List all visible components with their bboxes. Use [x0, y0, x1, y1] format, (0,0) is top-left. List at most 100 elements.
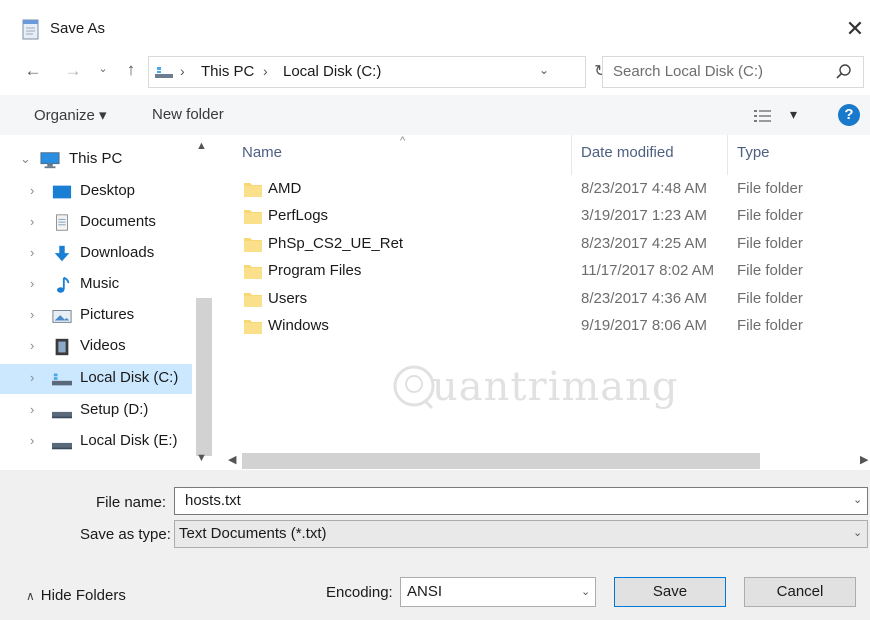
drive-icon — [52, 442, 72, 450]
file-row[interactable]: Program Files 11/17/2017 8:02 AM File fo… — [230, 258, 866, 285]
back-button[interactable]: ← — [22, 61, 44, 83]
file-row[interactable]: PhSp_CS2_UE_Ret 8/23/2017 4:25 AM File f… — [230, 231, 866, 258]
chevron-down-icon[interactable]: ⌄ — [20, 151, 31, 167]
up-button[interactable]: ↑ — [120, 60, 142, 82]
chevron-right-icon[interactable]: › — [30, 307, 34, 322]
music-icon — [57, 276, 70, 293]
column-header-date-modified[interactable]: Date modified — [581, 144, 674, 161]
help-button[interactable]: ? — [838, 104, 860, 126]
file-row[interactable]: Windows 9/19/2017 8:06 AM File folder — [230, 313, 866, 340]
file-date: 8/23/2017 4:25 AM — [581, 235, 707, 252]
nav-item-setup-d[interactable]: › Setup (D:) — [0, 396, 192, 426]
file-type: File folder — [737, 235, 803, 252]
title-bar: Save As ✕ — [0, 0, 870, 48]
chevron-right-icon[interactable]: › — [30, 214, 34, 229]
folder-icon — [244, 210, 262, 224]
nav-label: Desktop — [80, 182, 136, 199]
file-type: File folder — [737, 207, 803, 224]
chevron-right-icon[interactable]: › — [30, 370, 34, 385]
chevron-down-icon[interactable]: ⌄ — [853, 493, 862, 506]
hide-folders-button[interactable]: ∧ Hide Folders — [26, 587, 126, 604]
breadcrumb-this-pc[interactable]: This PC — [201, 63, 254, 80]
column-header-type[interactable]: Type — [737, 144, 770, 161]
chevron-right-icon[interactable]: › — [30, 183, 34, 198]
nav-scroll-down-button[interactable]: ▼ — [196, 452, 207, 464]
breadcrumb-local-disk[interactable]: Local Disk (C:) — [283, 63, 381, 80]
breadcrumb-separator: › — [263, 63, 268, 79]
folder-icon — [244, 238, 262, 252]
nav-item-videos[interactable]: › Videos — [0, 332, 192, 362]
chevron-down-icon: ⌄ — [581, 586, 591, 598]
downloads-icon — [54, 245, 70, 262]
chevron-down-icon: ⌄ — [853, 527, 863, 539]
chevron-down-icon[interactable]: ⌄ — [539, 63, 549, 77]
nav-item-this-pc[interactable]: ⌄ This PC — [0, 145, 192, 175]
address-bar[interactable]: › This PC › Local Disk (C:) ⌄ — [148, 56, 586, 88]
window-title: Save As — [50, 20, 106, 37]
nav-label: This PC — [69, 150, 123, 167]
chevron-right-icon[interactable]: › — [30, 338, 34, 353]
column-header-name[interactable]: Name — [242, 144, 282, 161]
nav-label: Local Disk (C:) — [80, 369, 179, 386]
file-name: PhSp_CS2_UE_Ret — [268, 235, 404, 252]
file-type: File folder — [737, 317, 803, 334]
hide-folders-label: Hide Folders — [40, 587, 126, 604]
nav-item-pictures[interactable]: › Pictures — [0, 301, 192, 331]
column-divider[interactable] — [571, 135, 572, 175]
file-row[interactable]: Users 8/23/2017 4:36 AM File folder — [230, 286, 866, 313]
nav-label: Downloads — [80, 244, 155, 261]
nav-item-downloads[interactable]: › Downloads — [0, 239, 192, 269]
new-folder-button[interactable]: New folder — [152, 106, 224, 123]
sort-ascending-icon: ^ — [400, 135, 406, 147]
file-date: 8/23/2017 4:48 AM — [581, 180, 707, 197]
chevron-right-icon[interactable]: › — [30, 433, 34, 448]
watermark-text: uantrimang — [432, 364, 679, 410]
nav-scroll-up-button[interactable]: ▲ — [196, 140, 207, 152]
hscroll-left-button[interactable]: ◀ — [228, 453, 236, 466]
file-name: AMD — [268, 180, 302, 197]
nav-item-local-disk-e[interactable]: › Local Disk (E:) — [0, 427, 192, 457]
recent-locations-button[interactable]: ⌄ — [96, 62, 110, 84]
chevron-right-icon[interactable]: › — [30, 402, 34, 417]
save-button[interactable]: Save — [614, 577, 726, 607]
file-date: 11/17/2017 8:02 AM — [581, 262, 715, 279]
chevron-right-icon[interactable]: › — [30, 276, 34, 291]
forward-button[interactable]: → — [62, 61, 84, 83]
encoding-select[interactable]: ANSI ⌄ — [400, 577, 596, 607]
save-options-panel: File name: hosts.txt ⌄ Save as type: Tex… — [0, 470, 870, 620]
chevron-right-icon[interactable]: › — [30, 245, 34, 260]
nav-item-documents[interactable]: › Documents — [0, 208, 192, 238]
nav-scrollbar-thumb[interactable] — [196, 298, 212, 456]
nav-label: Local Disk (E:) — [80, 432, 178, 449]
file-date: 9/19/2017 8:06 AM — [581, 317, 707, 334]
close-button[interactable]: ✕ — [840, 14, 870, 44]
change-view-button[interactable]: ▾ — [754, 106, 804, 125]
save-as-type-select[interactable]: Text Documents (*.txt) ⌄ — [174, 520, 868, 548]
encoding-value: ANSI — [407, 583, 443, 600]
chevron-down-icon: ▾ — [790, 106, 798, 122]
cancel-button[interactable]: Cancel — [744, 577, 856, 607]
file-name-value: hosts.txt — [185, 492, 241, 509]
details-view-icon — [754, 110, 771, 122]
organize-button[interactable]: Organize ▾ — [34, 106, 107, 124]
drive-icon — [52, 411, 72, 419]
hscroll-right-button[interactable]: ▶ — [860, 453, 868, 466]
navigation-pane: ⌄ This PC › Desktop › Documents › Downlo… — [0, 135, 214, 470]
search-placeholder: Search Local Disk (C:) — [613, 63, 764, 80]
nav-item-local-disk-c[interactable]: › Local Disk (C:) — [0, 364, 192, 394]
documents-icon — [56, 214, 68, 231]
file-row[interactable]: PerfLogs 3/19/2017 1:23 AM File folder — [230, 203, 866, 230]
column-divider[interactable] — [727, 135, 728, 175]
nav-label: Documents — [80, 213, 156, 230]
folder-icon — [244, 293, 262, 307]
nav-item-desktop[interactable]: › Desktop — [0, 177, 192, 207]
hscrollbar-thumb[interactable] — [242, 453, 760, 469]
pictures-icon — [52, 310, 72, 323]
file-name-input[interactable]: hosts.txt ⌄ — [174, 487, 868, 515]
search-icon[interactable] — [835, 63, 853, 81]
search-input[interactable]: Search Local Disk (C:) — [602, 56, 864, 88]
file-row[interactable]: AMD 8/23/2017 4:48 AM File folder — [230, 176, 866, 203]
nav-item-music[interactable]: › Music — [0, 270, 192, 300]
folder-icon — [244, 320, 262, 334]
watermark-logo-icon — [393, 365, 435, 410]
